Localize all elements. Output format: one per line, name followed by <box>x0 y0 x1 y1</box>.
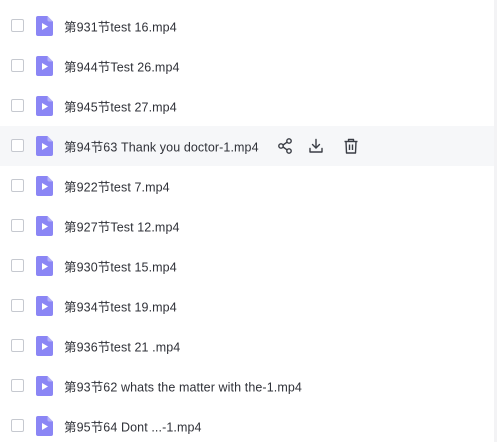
video-file-icon <box>36 96 53 116</box>
row-checkbox[interactable] <box>11 339 24 352</box>
file-row[interactable]: 第95节64 Dont ...-1.mp4 <box>0 406 497 442</box>
file-name[interactable]: 第945节test 27.mp4 <box>64 97 177 116</box>
file-name[interactable]: 第95节64 Dont ...-1.mp4 <box>64 417 202 436</box>
row-checkbox[interactable] <box>11 299 24 312</box>
file-name[interactable]: 第93节62 whats the matter with the-1.mp4 <box>64 377 302 396</box>
video-file-icon <box>36 296 53 316</box>
delete-icon[interactable] <box>342 137 360 155</box>
row-checkbox[interactable] <box>11 419 24 432</box>
row-checkbox[interactable] <box>11 379 24 392</box>
download-icon[interactable] <box>307 137 325 155</box>
row-checkbox[interactable] <box>11 259 24 272</box>
row-checkbox[interactable] <box>11 99 24 112</box>
row-checkbox[interactable] <box>11 59 24 72</box>
row-checkbox[interactable] <box>11 179 24 192</box>
video-file-icon <box>36 376 53 396</box>
video-file-icon <box>36 16 53 36</box>
file-name[interactable]: 第927节Test 12.mp4 <box>64 217 180 236</box>
video-file-icon <box>36 416 53 436</box>
file-row[interactable]: 第936节test 21 .mp4 <box>0 326 497 366</box>
file-name[interactable]: 第922节test 7.mp4 <box>64 177 170 196</box>
file-row-hovered[interactable]: 第94节63 Thank you doctor-1.mp4 <box>0 126 497 166</box>
file-row[interactable]: 第930节test 15.mp4 <box>0 246 497 286</box>
file-row[interactable]: 第931节test 16.mp4 <box>0 6 497 46</box>
row-checkbox[interactable] <box>11 139 24 152</box>
file-row[interactable]: 第934节test 19.mp4 <box>0 286 497 326</box>
row-checkbox[interactable] <box>11 219 24 232</box>
share-icon[interactable] <box>276 137 294 155</box>
file-row[interactable]: 第922节test 7.mp4 <box>0 166 497 206</box>
file-row[interactable]: 第945节test 27.mp4 <box>0 86 497 126</box>
video-file-icon <box>36 256 53 276</box>
file-row[interactable]: 第944节Test 26.mp4 <box>0 46 497 86</box>
file-name[interactable]: 第934节test 19.mp4 <box>64 297 177 316</box>
file-name[interactable]: 第931节test 16.mp4 <box>64 17 177 36</box>
file-name[interactable]: 第936节test 21 .mp4 <box>64 337 180 356</box>
video-file-icon <box>36 176 53 196</box>
file-row[interactable]: 第927节Test 12.mp4 <box>0 206 497 246</box>
video-file-icon <box>36 136 53 156</box>
file-row[interactable]: 第93节62 whats the matter with the-1.mp4 <box>0 366 497 406</box>
row-checkbox[interactable] <box>11 19 24 32</box>
video-file-icon <box>36 56 53 76</box>
file-name[interactable]: 第930节test 15.mp4 <box>64 257 177 276</box>
video-file-icon <box>36 336 53 356</box>
video-file-icon <box>36 216 53 236</box>
file-list: 第931节test 16.mp4 第944节Test 26.mp4 第945节t… <box>0 0 497 442</box>
file-name[interactable]: 第94节63 Thank you doctor-1.mp4 <box>64 137 259 156</box>
file-name[interactable]: 第944节Test 26.mp4 <box>64 57 180 76</box>
